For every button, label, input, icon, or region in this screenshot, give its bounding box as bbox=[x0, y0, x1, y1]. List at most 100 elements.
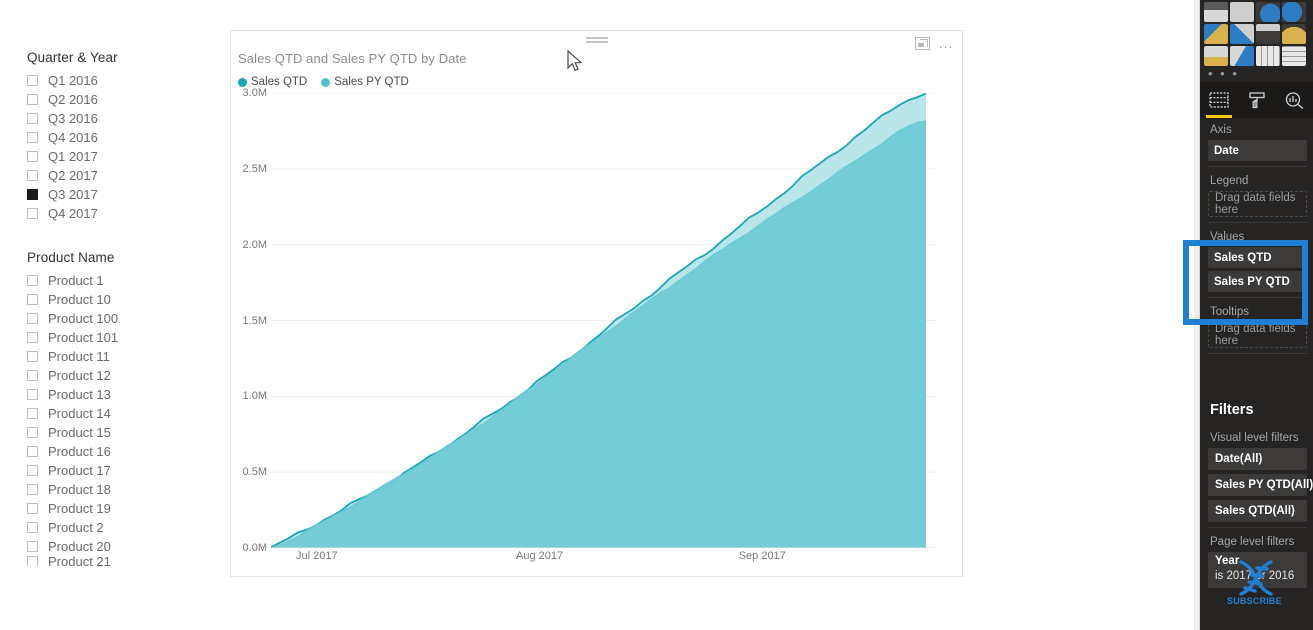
well-dropzone-tooltips[interactable]: Drag data fields here bbox=[1208, 322, 1307, 348]
chart-series-canvas[interactable] bbox=[271, 93, 936, 548]
page-level-filter-cards[interactable]: Year is 2017 or 2016 bbox=[1200, 552, 1313, 588]
viz-gallery-row[interactable] bbox=[1204, 46, 1309, 66]
clustered-column-chart-icon[interactable] bbox=[1230, 2, 1254, 22]
slicer-item-product-16[interactable]: Product 16 bbox=[0, 442, 215, 461]
slicer-item-product-21[interactable]: Product 21 bbox=[0, 556, 215, 566]
slicer-item-product-100[interactable]: Product 100 bbox=[0, 309, 215, 328]
checkbox-checked-icon[interactable] bbox=[27, 189, 38, 200]
field-chip-sales-qtd[interactable]: Sales QTD bbox=[1208, 247, 1307, 268]
legend-item-sales-py-qtd[interactable]: Sales PY QTD bbox=[321, 76, 409, 88]
checkbox-icon[interactable] bbox=[27, 446, 38, 457]
slicer-item-product-10[interactable]: Product 10 bbox=[0, 290, 215, 309]
slicer-item-label: Product 19 bbox=[48, 501, 111, 516]
slicer-item-product-1[interactable]: Product 1 bbox=[0, 271, 215, 290]
visualizations-gallery[interactable]: • • • bbox=[1200, 0, 1313, 82]
matrix-icon[interactable] bbox=[1282, 46, 1306, 66]
y-axis-tick-label: 2.0M bbox=[242, 238, 267, 251]
slicer-item-label: Q4 2016 bbox=[48, 130, 98, 145]
slicer-item-q3-2017[interactable]: Q3 2017 bbox=[0, 185, 215, 204]
checkbox-icon[interactable] bbox=[27, 503, 38, 514]
checkbox-icon[interactable] bbox=[27, 275, 38, 286]
checkbox-icon[interactable] bbox=[27, 427, 38, 438]
slicer-item-product-12[interactable]: Product 12 bbox=[0, 366, 215, 385]
checkbox-icon[interactable] bbox=[27, 94, 38, 105]
donut-chart-icon[interactable] bbox=[1282, 2, 1306, 22]
slicer-item-q4-2017[interactable]: Q4 2017 bbox=[0, 204, 215, 223]
slicer-product-name[interactable]: Product Name Product 1 Product 10 Product … bbox=[0, 250, 215, 566]
slicer-item-product-17[interactable]: Product 17 bbox=[0, 461, 215, 480]
slicer-item-product-101[interactable]: Product 101 bbox=[0, 328, 215, 347]
gauge-chart-icon[interactable] bbox=[1282, 24, 1306, 44]
stacked-bar-chart-icon[interactable] bbox=[1204, 2, 1228, 22]
slicer-item-product-19[interactable]: Product 19 bbox=[0, 499, 215, 518]
filter-card-date-all[interactable]: Date(All) bbox=[1208, 448, 1307, 470]
pie-chart-icon[interactable] bbox=[1256, 2, 1280, 22]
field-wells[interactable]: Axis Date Legend Drag data fields here Value… bbox=[1200, 118, 1313, 356]
checkbox-icon[interactable] bbox=[27, 408, 38, 419]
treemap-icon[interactable] bbox=[1204, 24, 1228, 44]
card-icon[interactable] bbox=[1204, 46, 1228, 66]
checkbox-icon[interactable] bbox=[27, 465, 38, 476]
focus-mode-icon[interactable] bbox=[915, 37, 930, 50]
checkbox-icon[interactable] bbox=[27, 370, 38, 381]
checkbox-icon[interactable] bbox=[27, 294, 38, 305]
y-axis-tick-label: 3.0M bbox=[242, 87, 267, 99]
slicer-item-q2-2016[interactable]: Q2 2016 bbox=[0, 90, 215, 109]
visualizations-fields-panel[interactable]: • • • Axis Date Legend Drag data fields … bbox=[1200, 0, 1313, 630]
slicer-item-product-18[interactable]: Product 18 bbox=[0, 480, 215, 499]
slicer-item-label: Product 16 bbox=[48, 444, 111, 459]
checkbox-icon[interactable] bbox=[27, 541, 38, 552]
field-chip-sales-py-qtd[interactable]: Sales PY QTD bbox=[1208, 271, 1307, 292]
slicer-item-q3-2016[interactable]: Q3 2016 bbox=[0, 109, 215, 128]
slicer-item-product-13[interactable]: Product 13 bbox=[0, 385, 215, 404]
slicer-icon[interactable] bbox=[1230, 46, 1254, 66]
viz-gallery-row[interactable] bbox=[1204, 2, 1309, 22]
checkbox-icon[interactable] bbox=[27, 313, 38, 324]
filters-pane[interactable]: Filters Visual level filters Date(All) Sa… bbox=[1200, 396, 1313, 592]
tab-analytics[interactable] bbox=[1275, 82, 1313, 118]
slicer-item-product-15[interactable]: Product 15 bbox=[0, 423, 215, 442]
filter-card-sales-qtd-all[interactable]: Sales QTD(All) bbox=[1208, 500, 1307, 522]
checkbox-icon[interactable] bbox=[27, 151, 38, 162]
checkbox-icon[interactable] bbox=[27, 389, 38, 400]
slicer-items-list[interactable]: Product 1 Product 10 Product 100 Product 10… bbox=[0, 271, 215, 566]
slicer-item-q4-2016[interactable]: Q4 2016 bbox=[0, 128, 215, 147]
checkbox-icon[interactable] bbox=[27, 132, 38, 143]
visual-level-filter-cards[interactable]: Date(All) Sales PY QTD(All) Sales QTD(All) bbox=[1200, 448, 1313, 522]
checkbox-icon[interactable] bbox=[27, 522, 38, 533]
more-options-icon[interactable]: … bbox=[938, 36, 954, 51]
slicer-item-product-14[interactable]: Product 14 bbox=[0, 404, 215, 423]
checkbox-icon[interactable] bbox=[27, 113, 38, 124]
checkbox-icon[interactable] bbox=[27, 208, 38, 219]
checkbox-icon[interactable] bbox=[27, 75, 38, 86]
slicer-items-list[interactable]: Q1 2016 Q2 2016 Q3 2016 Q4 2016 Q1 2017 Q2 20… bbox=[0, 71, 215, 223]
visual-header-actions[interactable]: … bbox=[915, 36, 954, 51]
slicer-item-product-11[interactable]: Product 11 bbox=[0, 347, 215, 366]
tab-format[interactable] bbox=[1238, 82, 1276, 118]
funnel-chart-icon[interactable] bbox=[1256, 24, 1280, 44]
map-icon[interactable] bbox=[1230, 24, 1254, 44]
field-chip-date[interactable]: Date bbox=[1208, 140, 1307, 161]
filter-card-sales-py-qtd-all[interactable]: Sales PY QTD(All) bbox=[1208, 474, 1313, 496]
slicer-item-q1-2017[interactable]: Q1 2017 bbox=[0, 147, 215, 166]
tab-fields[interactable] bbox=[1200, 82, 1238, 118]
checkbox-icon[interactable] bbox=[27, 484, 38, 495]
viz-gallery-row[interactable] bbox=[1204, 24, 1309, 44]
checkbox-icon[interactable] bbox=[27, 170, 38, 181]
slicer-item-product-2[interactable]: Product 2 bbox=[0, 518, 215, 537]
checkbox-icon[interactable] bbox=[27, 556, 38, 566]
checkbox-icon[interactable] bbox=[27, 332, 38, 343]
slicer-item-q1-2016[interactable]: Q1 2016 bbox=[0, 71, 215, 90]
filter-card-year[interactable]: Year is 2017 or 2016 bbox=[1208, 552, 1307, 588]
viz-gallery-more-icon[interactable]: • • • bbox=[1204, 67, 1309, 80]
visual-drag-handle[interactable] bbox=[585, 37, 608, 45]
slicer-quarter-year[interactable]: Quarter & Year Q1 2016 Q2 2016 Q3 2016 Q4 2… bbox=[0, 50, 215, 223]
slicer-item-product-20[interactable]: Product 20 bbox=[0, 537, 215, 556]
area-chart-visual[interactable]: … Sales QTD and Sales PY QTD by Date Sal… bbox=[230, 30, 963, 577]
well-dropzone-legend[interactable]: Drag data fields here bbox=[1208, 191, 1307, 217]
checkbox-icon[interactable] bbox=[27, 351, 38, 362]
slicer-item-label: Q4 2017 bbox=[48, 206, 98, 221]
panel-tab-bar[interactable] bbox=[1200, 82, 1313, 118]
table-icon[interactable] bbox=[1256, 46, 1280, 66]
slicer-item-q2-2017[interactable]: Q2 2017 bbox=[0, 166, 215, 185]
